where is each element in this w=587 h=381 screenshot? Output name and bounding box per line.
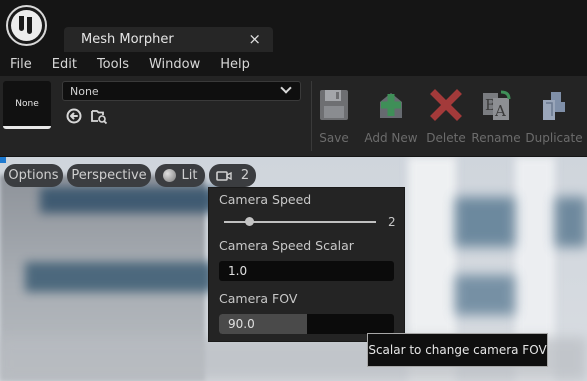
document-tab[interactable]: Mesh Morpher ×: [64, 27, 273, 52]
add-new-button-label: Add New: [364, 131, 418, 145]
window-band: [455, 197, 515, 247]
rename-button-label: Rename: [471, 131, 521, 145]
camera-fov-value: 90.0: [228, 317, 255, 331]
asset-select-dropdown[interactable]: None: [62, 81, 301, 101]
menu-file[interactable]: File: [0, 57, 42, 72]
use-selected-asset-icon[interactable]: [65, 107, 83, 125]
viewport-active-indicator: [0, 157, 6, 163]
window-band: [455, 275, 515, 315]
camera-speed-button[interactable]: 2: [209, 164, 256, 187]
menu-help[interactable]: Help: [210, 57, 260, 72]
options-button-label: Options: [8, 168, 59, 183]
menu-edit[interactable]: Edit: [42, 57, 87, 72]
asset-select-value: None: [70, 84, 99, 98]
browse-to-asset-icon[interactable]: [90, 107, 108, 125]
window-band: [25, 262, 215, 292]
lit-sphere-icon: [162, 169, 176, 182]
duplicate-icon: [543, 92, 565, 120]
delete-button-label: Delete: [426, 131, 466, 145]
toolbar: None None Save Add New Delete B A Rename…: [0, 76, 587, 156]
camera-speed-slider-thumb[interactable]: [245, 217, 255, 226]
perspective-button-label: Perspective: [71, 168, 147, 183]
menu-bar: File Edit Tools Window Help: [0, 54, 587, 75]
camera-speed-scalar-input[interactable]: 1.0: [219, 261, 394, 281]
window-band: [40, 187, 230, 213]
add-new-button[interactable]: Add New: [363, 88, 419, 148]
camera-fov-label: Camera FOV: [219, 291, 298, 306]
fov-tooltip: Scalar to change camera FOV: [367, 333, 548, 367]
chevron-down-icon: [280, 82, 292, 94]
camera-speed-label: Camera Speed: [219, 192, 312, 207]
close-tab-icon[interactable]: ×: [248, 30, 261, 48]
save-button-label: Save: [319, 131, 349, 145]
camera-settings-menu: Camera Speed 2 Camera Speed Scalar 1.0 C…: [208, 187, 405, 342]
delete-x-icon: [430, 89, 462, 121]
rename-icon: B A: [483, 90, 511, 120]
camera-speed-badge: 2: [240, 168, 250, 183]
duplicate-button-label: Duplicate: [525, 131, 583, 145]
save-button[interactable]: Save: [306, 88, 362, 148]
asset-thumbnail[interactable]: None: [3, 81, 51, 129]
duplicate-button[interactable]: Duplicate: [525, 88, 583, 148]
rename-button[interactable]: B A Rename: [468, 88, 524, 148]
menu-window[interactable]: Window: [139, 57, 210, 72]
add-mesh-icon: [380, 93, 402, 118]
fov-tooltip-text: Scalar to change camera FOV: [368, 343, 547, 357]
delete-button[interactable]: Delete: [418, 88, 474, 148]
unreal-logo-icon[interactable]: [6, 5, 47, 46]
svg-text:A: A: [494, 102, 506, 120]
camera-speed-scalar-label: Camera Speed Scalar: [219, 238, 354, 253]
document-tab-title: Mesh Morpher: [81, 32, 174, 47]
options-button[interactable]: Options: [4, 164, 63, 187]
asset-thumbnail-label: None: [15, 98, 39, 109]
camera-icon: [216, 170, 232, 181]
window-band: [555, 197, 587, 247]
perspective-button[interactable]: Perspective: [67, 164, 151, 187]
camera-speed-value: 2: [388, 215, 396, 229]
lit-button[interactable]: Lit: [155, 164, 205, 187]
menu-tools[interactable]: Tools: [87, 57, 139, 72]
lit-button-label: Lit: [181, 168, 198, 183]
camera-fov-input[interactable]: 90.0: [219, 314, 394, 334]
floppy-disk-icon: [320, 90, 348, 120]
title-bar: Mesh Morpher ×: [0, 0, 587, 54]
camera-speed-scalar-value: 1.0: [228, 264, 248, 278]
